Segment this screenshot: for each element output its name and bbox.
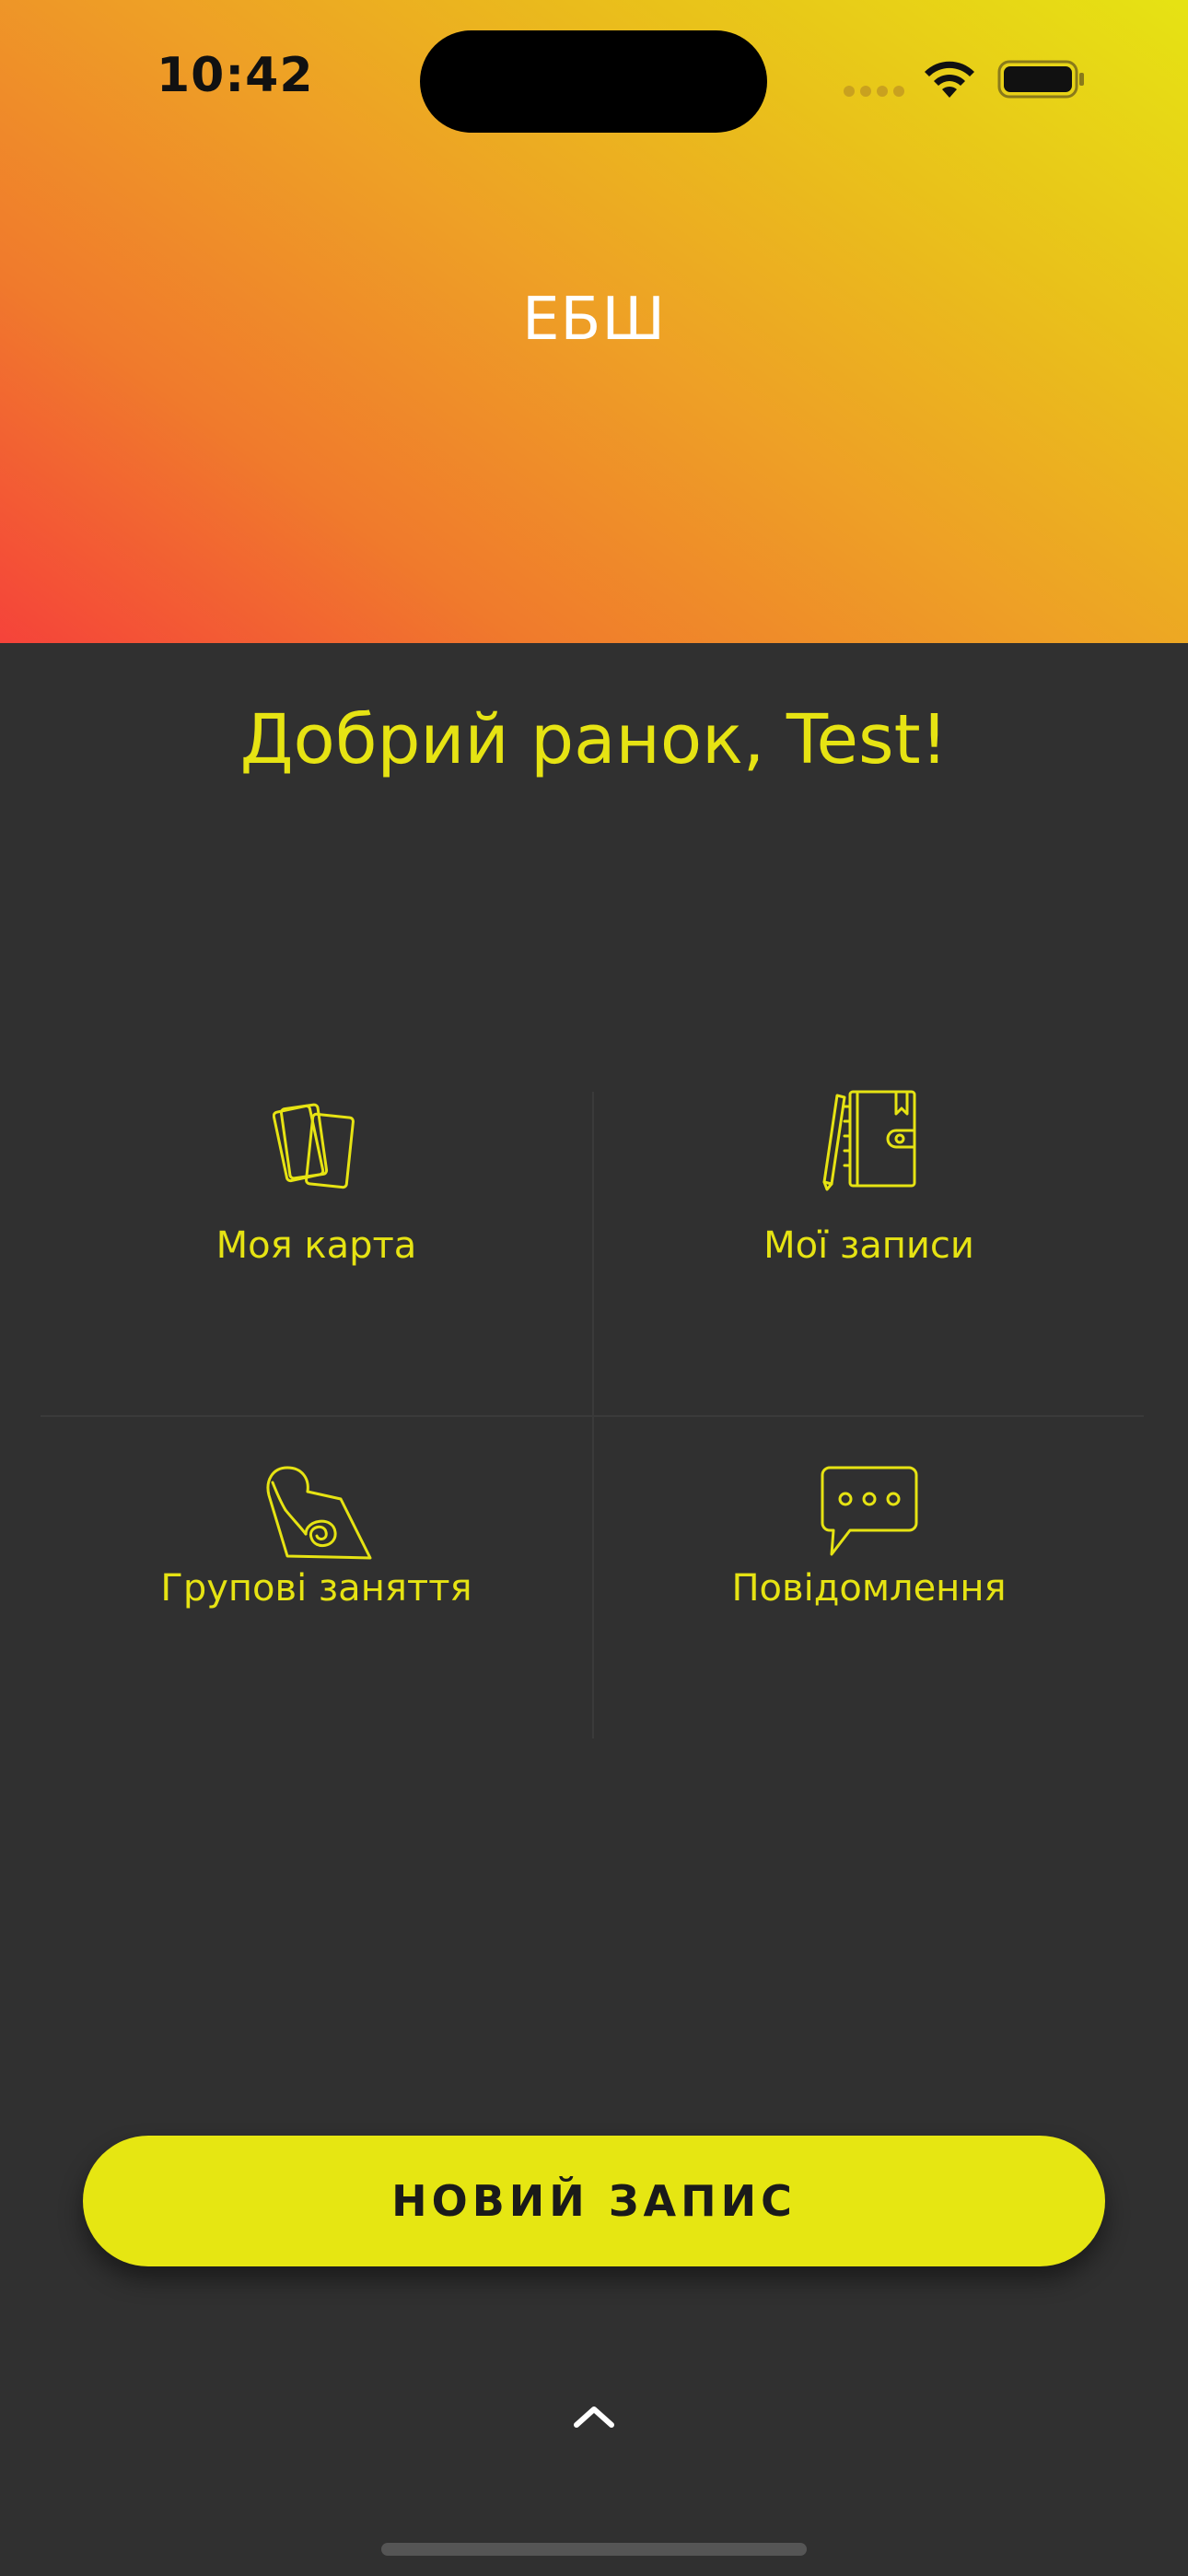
app-title: ЕБШ: [522, 286, 666, 354]
tile-messages[interactable]: Повідомлення: [593, 1415, 1145, 1739]
tile-label: Повідомлення: [731, 1567, 1007, 1610]
chat-bubble-icon: [821, 1466, 917, 1556]
greeting-text: Добрий ранок, Test!: [239, 700, 949, 779]
status-time: 10:42: [157, 48, 314, 103]
tile-group-classes[interactable]: Групові заняття: [41, 1415, 592, 1739]
chevron-up-icon[interactable]: [571, 2403, 617, 2430]
header-banner: 10:42 ЕБШ: [0, 0, 1188, 643]
cards-icon: [272, 1103, 355, 1189]
home-screen: 10:42 ЕБШ Добрий ранок, Test! Моя карта …: [0, 0, 1188, 2576]
menu-grid: Моя карта Мої записи Групові заняття Пов…: [41, 1090, 1145, 1739]
tile-my-records[interactable]: Мої записи: [593, 1090, 1145, 1415]
tile-label: Мої записи: [763, 1224, 974, 1267]
yoga-mat-icon: [266, 1466, 371, 1560]
tile-my-card[interactable]: Моя карта: [41, 1092, 592, 1415]
tile-label: Моя карта: [215, 1224, 417, 1267]
tile-label: Групові заняття: [160, 1567, 472, 1610]
home-indicator[interactable]: [381, 2543, 807, 2556]
cellular-signal-icon: [844, 86, 904, 97]
dynamic-island: [420, 30, 767, 133]
battery-icon: [997, 60, 1084, 99]
notebook-pencil-icon: [822, 1090, 915, 1191]
new-record-button[interactable]: НОВИЙ ЗАПИС: [83, 2136, 1105, 2266]
wifi-icon: [925, 61, 974, 98]
